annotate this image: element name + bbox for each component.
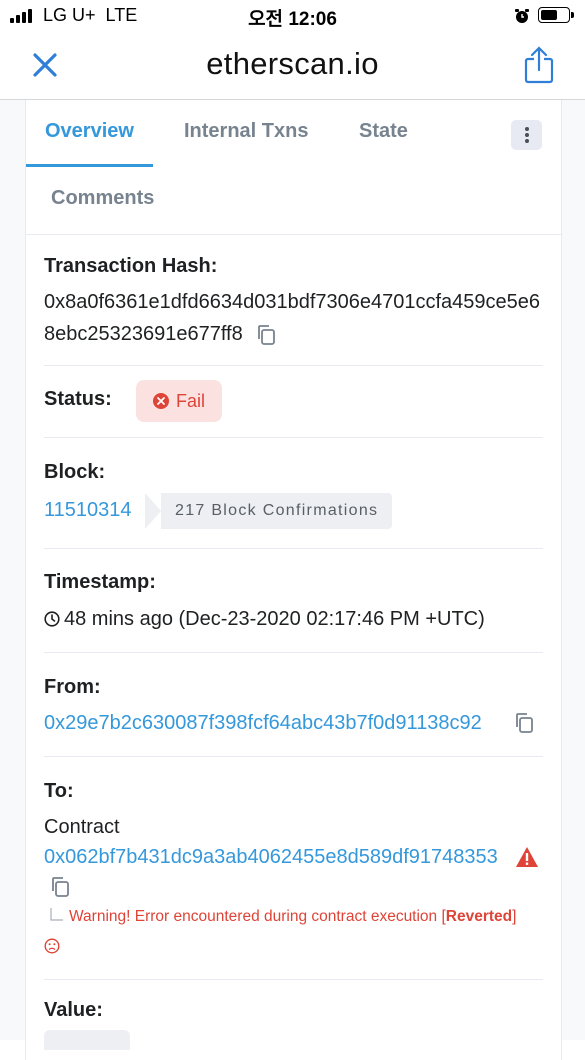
divider xyxy=(44,548,543,549)
tab-internal-txns[interactable]: Internal Txns xyxy=(184,120,308,143)
value-label: Value: xyxy=(44,999,103,1021)
divider xyxy=(44,365,543,366)
to-contract-prefix: Contract xyxy=(44,816,120,838)
divider xyxy=(44,437,543,438)
share-icon[interactable] xyxy=(523,46,555,84)
block-label: Block: xyxy=(44,461,106,483)
to-address-link[interactable]: 0x062bf7b431dc9a3ab4062455e8d589df917483… xyxy=(44,846,498,868)
corner-arrow-icon xyxy=(50,908,63,921)
divider xyxy=(44,756,543,757)
more-options-button[interactable] xyxy=(511,120,542,150)
warning-close: ] xyxy=(512,908,517,925)
status-bar: LG U+ LTE 오전 12:06 xyxy=(0,0,585,32)
warning-triangle-icon xyxy=(516,847,538,867)
divider xyxy=(44,652,543,653)
warning-message: Warning! Error encountered during contra… xyxy=(69,908,516,926)
copy-icon[interactable] xyxy=(50,876,70,898)
status-label: Status: xyxy=(44,388,112,410)
copy-icon[interactable] xyxy=(256,324,276,346)
transaction-hash-value: 0x8a0f6361e1dfd6634d031bdf7306e4701ccfa4… xyxy=(44,286,543,350)
sad-face-icon xyxy=(44,938,60,954)
tab-overview[interactable]: Overview xyxy=(45,120,134,143)
timestamp-text: 48 mins ago (Dec-23-2020 02:17:46 PM +UT… xyxy=(64,608,485,630)
copy-icon[interactable] xyxy=(514,712,534,734)
value-badge xyxy=(44,1030,130,1050)
from-value: 0x29e7b2c630087f398fcf64abc43b7f0d91138c… xyxy=(44,712,543,735)
battery-icon xyxy=(538,7,574,23)
transaction-hash-label: Transaction Hash: xyxy=(44,255,218,277)
warning-reverted: Reverted xyxy=(445,908,513,925)
tab-state[interactable]: State xyxy=(359,120,408,143)
warning-text: Warning! Error encountered during contra… xyxy=(69,908,446,925)
clock: 오전 12:06 xyxy=(248,9,337,30)
block-confirmations-text: 217 Block Confirmations xyxy=(175,502,379,519)
timestamp-label: Timestamp: xyxy=(44,571,156,593)
transaction-card: Overview Internal Txns State Comments Tr… xyxy=(25,100,562,1060)
tab-bar: Overview Internal Txns State Comments xyxy=(26,100,561,235)
block-confirmations-badge: 217 Block Confirmations xyxy=(145,493,392,529)
from-label: From: xyxy=(44,676,101,698)
browser-toolbar: etherscan.io xyxy=(0,32,585,100)
divider xyxy=(44,979,543,980)
status-badge[interactable]: Fail xyxy=(136,380,222,422)
timestamp-value: 48 mins ago (Dec-23-2020 02:17:46 PM +UT… xyxy=(44,608,543,631)
status-text: Fail xyxy=(176,391,206,411)
to-value: 0x062bf7b431dc9a3ab4062455e8d589df917483… xyxy=(44,846,543,869)
from-address-link[interactable]: 0x29e7b2c630087f398fcf64abc43b7f0d91138c… xyxy=(44,712,482,734)
alarm-icon xyxy=(515,9,529,23)
active-tab-indicator xyxy=(26,164,153,167)
error-circle-icon xyxy=(153,393,169,409)
block-number-link[interactable]: 11510314 xyxy=(44,499,144,522)
to-label: To: xyxy=(44,780,74,802)
tab-comments[interactable]: Comments xyxy=(51,187,154,210)
page-url[interactable]: etherscan.io xyxy=(0,46,585,82)
transaction-hash: 0x8a0f6361e1dfd6634d031bdf7306e4701ccfa4… xyxy=(44,291,541,345)
clock-icon xyxy=(44,611,60,627)
